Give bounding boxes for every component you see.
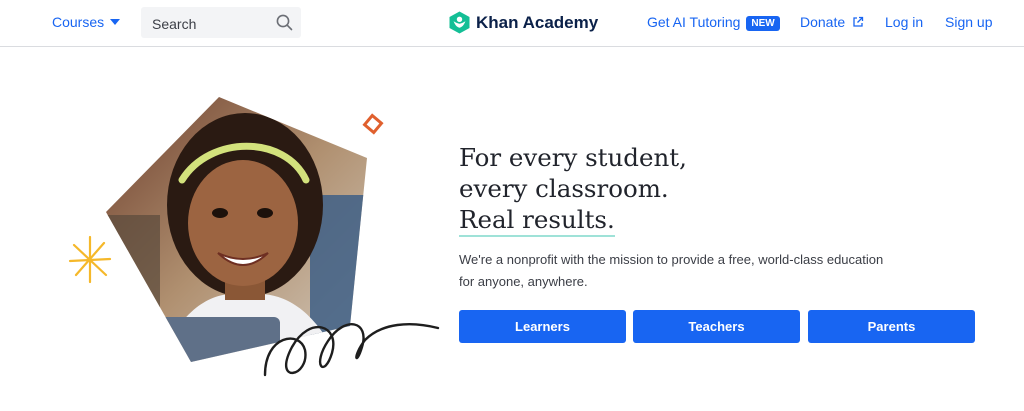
new-badge: NEW bbox=[746, 16, 780, 31]
courses-label: Courses bbox=[52, 14, 105, 30]
donate-link[interactable]: Donate bbox=[800, 14, 864, 30]
donate-label: Donate bbox=[800, 14, 846, 30]
decorative-yellow-star bbox=[68, 235, 112, 284]
search-input[interactable] bbox=[150, 7, 274, 40]
decorative-orange-square bbox=[362, 113, 384, 135]
top-navigation-bar: Courses Khan Academy Get AI TutoringNEW … bbox=[0, 0, 1024, 47]
courses-menu-button[interactable]: Courses bbox=[52, 14, 121, 30]
headline-line-2: every classroom. bbox=[459, 174, 669, 203]
ai-tutoring-label: Get AI Tutoring bbox=[647, 14, 741, 30]
caret-down-icon bbox=[110, 19, 121, 25]
headline-line-3: Real results. bbox=[459, 204, 615, 237]
headline-line-1: For every student, bbox=[459, 143, 687, 172]
login-link[interactable]: Log in bbox=[885, 14, 923, 30]
khan-academy-logo[interactable]: Khan Academy bbox=[449, 11, 598, 34]
mission-statement: We're a nonprofit with the mission to pr… bbox=[459, 252, 884, 289]
khan-academy-hexagon-icon bbox=[449, 11, 470, 34]
teachers-button[interactable]: Teachers bbox=[633, 310, 800, 343]
logo-wordmark: Khan Academy bbox=[476, 12, 599, 32]
search-box[interactable] bbox=[141, 7, 301, 40]
learners-button[interactable]: Learners bbox=[459, 310, 626, 343]
student-photo bbox=[106, 97, 367, 362]
search-icon[interactable] bbox=[276, 14, 293, 31]
hero-illustration bbox=[68, 97, 440, 377]
parents-button[interactable]: Parents bbox=[808, 310, 975, 343]
external-link-icon bbox=[853, 16, 864, 27]
hero-headline: For every student, every classroom. Real… bbox=[459, 142, 687, 237]
get-ai-tutoring-link[interactable]: Get AI Tutoring NEW bbox=[647, 14, 780, 31]
signup-link[interactable]: Sign up bbox=[945, 14, 992, 30]
